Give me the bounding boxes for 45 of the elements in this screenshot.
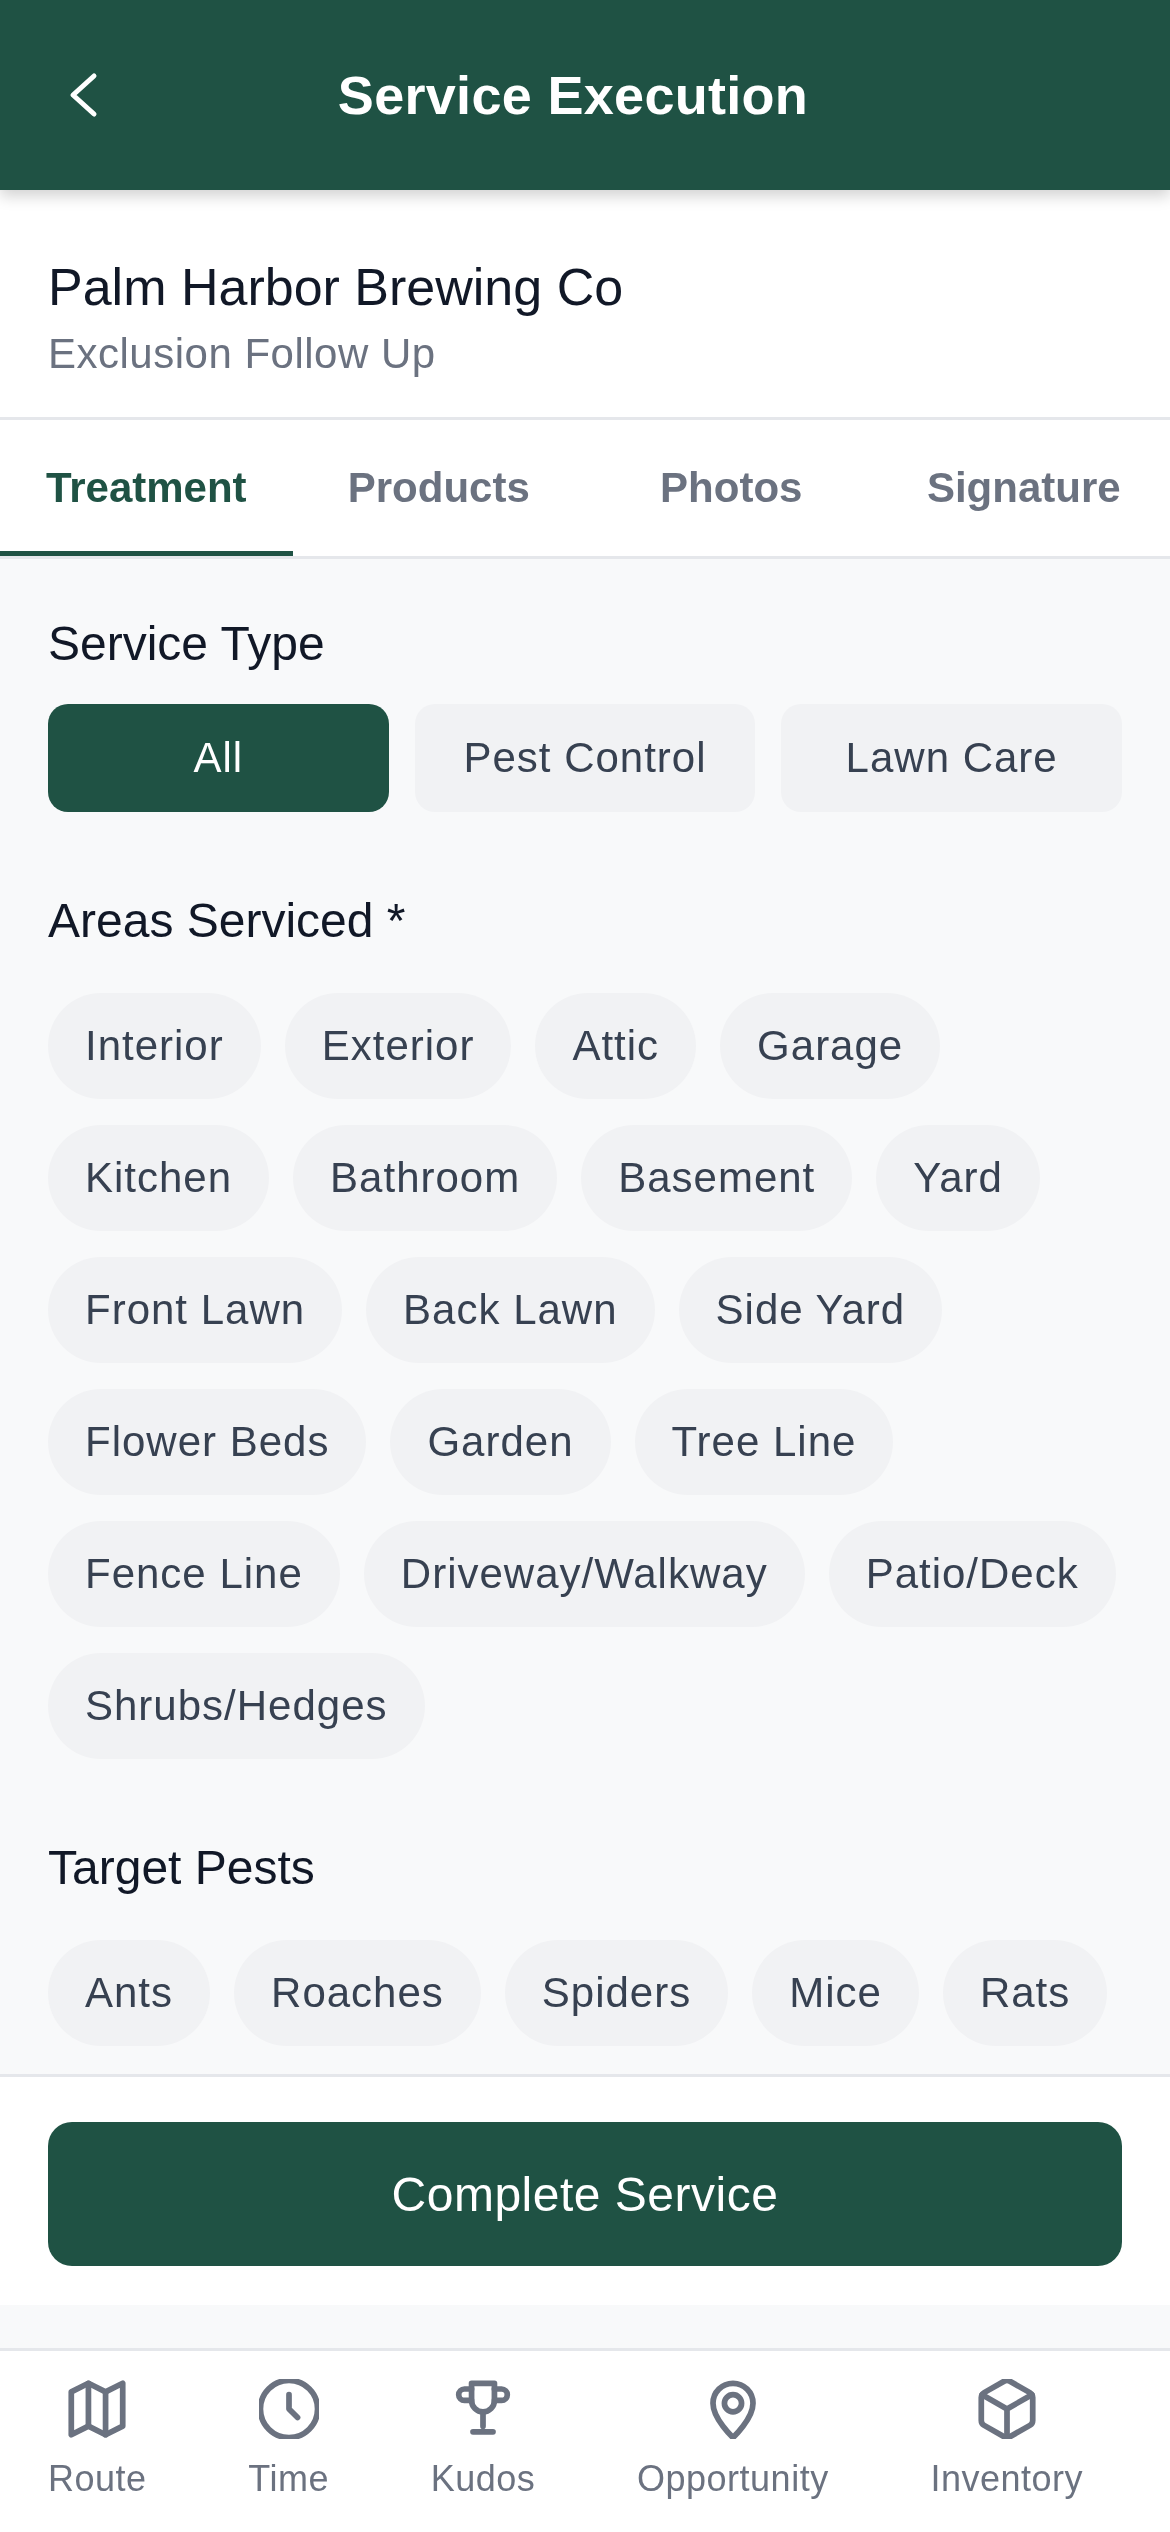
- option-chip[interactable]: Basement: [581, 1125, 853, 1231]
- option-chip[interactable]: Attic: [535, 993, 697, 1099]
- section-title: Service Type: [48, 616, 325, 672]
- service-type-button[interactable]: Pest Control: [414, 704, 756, 812]
- screen-title: Service Execution: [336, 64, 810, 126]
- customer-name: Palm Harbor Brewing Co: [48, 257, 624, 318]
- option-chip[interactable]: Roaches: [234, 1940, 481, 2046]
- option-chip[interactable]: Mice: [752, 1940, 919, 2046]
- option-chip[interactable]: Interior: [48, 993, 261, 1099]
- nav-item[interactable]: Kudos: [430, 2379, 536, 2501]
- option-chip[interactable]: Garage: [720, 993, 941, 1099]
- cube-icon: [976, 2379, 1037, 2439]
- option-chip[interactable]: Spiders: [504, 1940, 729, 2046]
- section-title: Areas Serviced *: [48, 893, 406, 949]
- option-chip[interactable]: Side Yard: [678, 1257, 943, 1363]
- option-chip[interactable]: Tree Line: [634, 1389, 894, 1495]
- nav-item[interactable]: Opportunity: [637, 2379, 829, 2501]
- complete-service-button[interactable]: Complete Service: [48, 2122, 1122, 2266]
- tab[interactable]: Products: [292, 420, 585, 556]
- tab[interactable]: Signature: [877, 420, 1170, 556]
- option-chip[interactable]: Kitchen: [48, 1125, 270, 1231]
- nav-item[interactable]: Route: [48, 2379, 147, 2501]
- nav-item[interactable]: Inventory: [930, 2379, 1083, 2501]
- option-chip[interactable]: Bathroom: [293, 1125, 558, 1231]
- nav-item[interactable]: Time: [248, 2379, 329, 2501]
- option-chip[interactable]: Patio/Deck: [828, 1521, 1116, 1627]
- option-chip[interactable]: Back Lawn: [366, 1257, 655, 1363]
- map-icon: [67, 2379, 128, 2439]
- service-type-button[interactable]: Lawn Care: [781, 704, 1122, 812]
- option-chip[interactable]: Ants: [48, 1940, 211, 2046]
- option-chip[interactable]: Front Lawn: [48, 1257, 343, 1363]
- option-chip[interactable]: Garden: [390, 1389, 611, 1495]
- option-chip[interactable]: Fence Line: [48, 1521, 340, 1627]
- option-chip[interactable]: Driveway/Walkway: [363, 1521, 805, 1627]
- option-chip[interactable]: Exterior: [284, 993, 512, 1099]
- option-chip[interactable]: Rats: [942, 1940, 1108, 2046]
- section-title: Target Pests: [48, 1840, 315, 1896]
- option-chip[interactable]: Shrubs/Hedges: [48, 1653, 425, 1759]
- service-name: Exclusion Follow Up: [48, 329, 436, 379]
- option-chip[interactable]: Yard: [876, 1125, 1040, 1231]
- clock-icon: [258, 2379, 319, 2439]
- option-chip[interactable]: Flower Beds: [48, 1389, 367, 1495]
- chevron-left-icon: [68, 72, 98, 118]
- service-type-button[interactable]: All: [48, 704, 389, 812]
- tab[interactable]: Photos: [585, 420, 878, 556]
